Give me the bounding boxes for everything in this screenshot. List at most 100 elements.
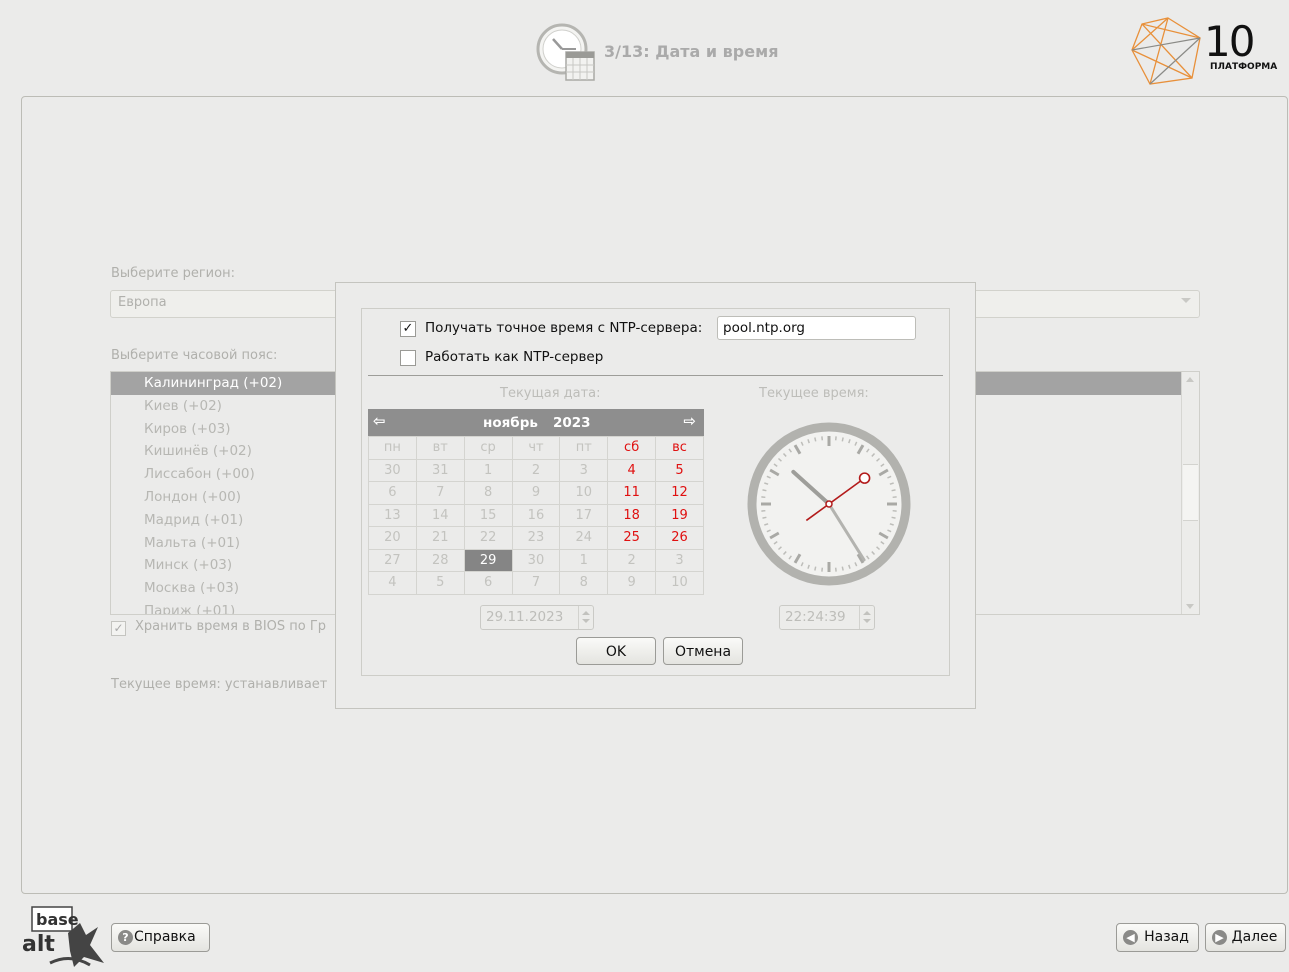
calendar-day[interactable]: 12	[655, 481, 704, 505]
weekday-header: чт	[511, 436, 561, 460]
calendar-day[interactable]: 21	[415, 526, 465, 550]
ntp-server-input[interactable]	[717, 316, 916, 340]
ntp-server-mode-checkbox[interactable]	[400, 350, 416, 366]
ntp-server-mode-label: Работать как NTP-сервер	[425, 349, 604, 365]
calendar-day[interactable]: 27	[368, 548, 417, 572]
calendar-day[interactable]: 14	[415, 503, 465, 527]
ntp-client-checkbox[interactable]: ✓	[400, 321, 416, 337]
basealt-logo-icon: base alt	[22, 906, 104, 967]
calendar-day[interactable]: 19	[655, 503, 704, 527]
ok-button[interactable]: OK	[576, 637, 656, 665]
weekday-header: ср	[463, 436, 513, 460]
calendar-day[interactable]: 6	[368, 481, 417, 505]
clock-tick	[762, 489, 767, 492]
dialog-frame: ✓ Получать точное время с NTP-сервера: Р…	[361, 308, 950, 676]
calendar-day[interactable]: 15	[463, 503, 513, 527]
scroll-down-icon[interactable]	[1186, 604, 1194, 609]
calendar-day[interactable]: 24	[559, 526, 609, 550]
spin-arrows-icon[interactable]	[578, 606, 593, 629]
calendar-day[interactable]: 30	[368, 458, 417, 482]
calendar-day[interactable]: 22	[463, 526, 513, 550]
spin-arrows-icon[interactable]	[859, 606, 874, 629]
calendar-day[interactable]: 2	[607, 548, 657, 572]
calendar-day[interactable]: 17	[559, 503, 609, 527]
bios-utc-checkbox[interactable]: ✓	[111, 621, 126, 636]
time-spinbox[interactable]: 22:24:39	[779, 605, 875, 630]
calendar-month[interactable]: ноябрь	[483, 415, 538, 431]
bios-utc-label: Хранить время в BIOS по Гр	[135, 619, 327, 634]
calendar-day[interactable]: 5	[415, 571, 465, 595]
calendar-day[interactable]: 1	[559, 548, 609, 572]
back-button[interactable]: ◀ Назад	[1116, 923, 1199, 952]
weekday-header: пн	[368, 436, 417, 460]
calendar-day[interactable]: 23	[511, 526, 561, 550]
date-spinbox[interactable]: 29.11.2023	[480, 605, 594, 630]
clock-tick	[814, 437, 817, 442]
calendar-day[interactable]: 6	[463, 571, 513, 595]
calendar-day[interactable]: 9	[607, 571, 657, 595]
calendar-day[interactable]: 8	[559, 571, 609, 595]
next-month-arrow-icon[interactable]: ⇨	[683, 412, 696, 430]
calendar-day[interactable]: 10	[655, 571, 704, 595]
calendar-day[interactable]: 13	[368, 503, 417, 527]
calendar-day[interactable]: 7	[511, 571, 561, 595]
checkmark-icon: ✓	[113, 621, 124, 635]
clock-tick	[814, 566, 817, 571]
calendar-day[interactable]: 7	[415, 481, 465, 505]
region-value: Европа	[118, 295, 167, 310]
scroll-up-icon[interactable]	[1186, 377, 1194, 382]
clock-tick	[891, 516, 896, 519]
arrow-left-icon: ◀	[1123, 930, 1138, 945]
clock-calendar-icon	[536, 23, 595, 81]
region-label: Выберите регион:	[111, 266, 235, 281]
calendar-day[interactable]: 3	[655, 548, 704, 572]
header: 3/13: Дата и время 10 ПЛАТФОРМА	[0, 0, 1289, 95]
date-caption: Текущая дата:	[500, 386, 601, 401]
clock-tick	[841, 437, 844, 442]
weekday-header: вт	[415, 436, 465, 460]
clock-tick	[891, 489, 896, 492]
svg-text:base: base	[36, 910, 79, 929]
calendar-day[interactable]: 1	[463, 458, 513, 482]
calendar-year[interactable]: 2023	[553, 415, 591, 431]
prev-month-arrow-icon[interactable]: ⇦	[373, 412, 386, 430]
help-icon: ?	[118, 930, 133, 945]
calendar-day[interactable]: 8	[463, 481, 513, 505]
calendar-day[interactable]: 5	[655, 458, 704, 482]
datetime-dialog: ✓ Получать точное время с NTP-сервера: Р…	[335, 282, 976, 709]
calendar-day[interactable]: 2	[511, 458, 561, 482]
arrow-right-icon: ▶	[1212, 930, 1227, 945]
calendar-day[interactable]: 30	[511, 548, 561, 572]
calendar-grid: пн вт ср чт пт сб вс 30 31 1 2 3 4 5 6 7 8 9 10 11 12 13 14 15…	[368, 436, 704, 595]
current-time-label: Текущее время: устанавливает	[111, 677, 328, 692]
calendar-day[interactable]: 18	[607, 503, 657, 527]
calendar-day[interactable]: 28	[415, 548, 465, 572]
analog-clock	[747, 422, 911, 586]
calendar-day[interactable]: 4	[607, 458, 657, 482]
back-label: Назад	[1144, 929, 1189, 945]
calendar-header: ⇦ ноябрь 2023 ⇨	[368, 409, 704, 436]
weekday-header: сб	[607, 436, 657, 460]
calendar-day[interactable]: 31	[415, 458, 465, 482]
calendar-day[interactable]: 29	[463, 548, 513, 572]
chevron-down-icon	[1181, 298, 1191, 303]
help-button[interactable]: ? Справка	[111, 923, 210, 952]
calendar-day[interactable]: 20	[368, 526, 417, 550]
calendar-day[interactable]: 16	[511, 503, 561, 527]
calendar-day[interactable]: 25	[607, 526, 657, 550]
calendar-day[interactable]: 9	[511, 481, 561, 505]
ntp-client-label: Получать точное время с NTP-сервера:	[425, 320, 703, 336]
clock-tick	[762, 516, 767, 519]
next-button[interactable]: ▶ Далее	[1205, 923, 1286, 952]
calendar-day[interactable]: 26	[655, 526, 704, 550]
next-label: Далее	[1231, 929, 1278, 945]
timezone-scrollbar[interactable]	[1181, 372, 1199, 614]
calendar-day[interactable]: 3	[559, 458, 609, 482]
scrollbar-thumb[interactable]	[1183, 464, 1198, 521]
brand-number: 10	[1204, 17, 1255, 66]
calendar-day[interactable]: 10	[559, 481, 609, 505]
calendar-day[interactable]: 11	[607, 481, 657, 505]
cancel-button[interactable]: Отмена	[663, 637, 743, 665]
calendar-day[interactable]: 4	[368, 571, 417, 595]
step-title: 3/13: Дата и время	[604, 42, 779, 61]
